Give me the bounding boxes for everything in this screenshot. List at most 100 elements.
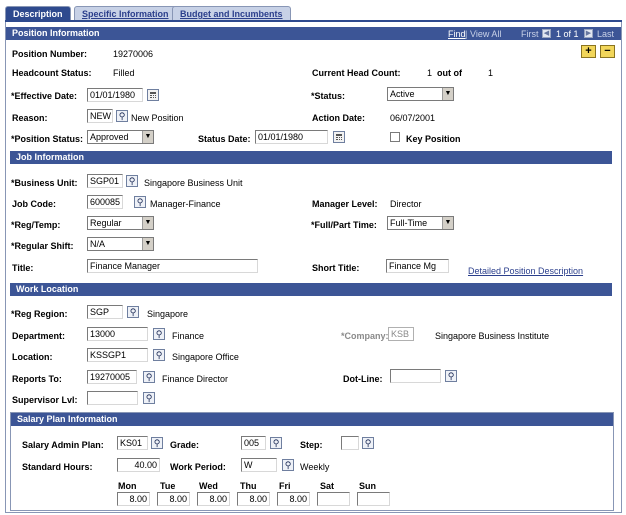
job-code-search-icon[interactable]: ⚲	[134, 196, 146, 208]
regular-shift-select[interactable]: N/A ▼	[87, 237, 154, 251]
status-date-input[interactable]: 01/01/1980	[255, 130, 328, 144]
position-info-title: Position Information	[12, 28, 100, 38]
step-input[interactable]	[341, 436, 359, 450]
calendar-icon[interactable]	[333, 131, 345, 143]
full-part-time-select[interactable]: Full-Time ▼	[387, 216, 454, 230]
chevron-down-icon: ▼	[142, 131, 153, 143]
standard-hours-label: Standard Hours:	[22, 462, 93, 472]
status-select[interactable]: Active ▼	[387, 87, 454, 101]
work-period-input[interactable]: W	[241, 458, 277, 472]
tab-budget-and-incumbents-label: Budget and Incumbents	[180, 9, 283, 19]
view-all-link[interactable]: View All	[470, 29, 501, 39]
supervisor-lvl-search-icon[interactable]: ⚲	[143, 392, 155, 404]
work-period-search-icon[interactable]: ⚲	[282, 459, 294, 471]
location-description: Singapore Office	[172, 352, 239, 362]
key-position-checkbox[interactable]	[390, 132, 400, 142]
business-unit-label: *Business Unit:	[11, 178, 78, 188]
position-number-label: Position Number:	[12, 49, 88, 59]
last-link[interactable]: Last	[597, 29, 614, 39]
hours-input-thu[interactable]: 8.00	[237, 492, 270, 506]
calendar-icon[interactable]	[147, 89, 159, 101]
hours-input-tue[interactable]: 8.00	[157, 492, 190, 506]
reg-temp-select[interactable]: Regular ▼	[87, 216, 154, 230]
grade-input[interactable]: 005	[241, 436, 266, 450]
supervisor-lvl-label: Supervisor Lvl:	[12, 395, 78, 405]
job-code-description: Manager-Finance	[150, 199, 221, 209]
company-input: KSB	[388, 327, 414, 341]
hours-input-sun[interactable]	[357, 492, 390, 506]
reports-to-description: Finance Director	[162, 374, 229, 384]
tab-specific-information[interactable]: Specific Information	[74, 6, 177, 21]
company-description: Singapore Business Institute	[435, 331, 550, 341]
supervisor-lvl-input[interactable]	[87, 391, 138, 405]
reason-search-icon[interactable]: ⚲	[116, 110, 128, 122]
short-title-label: Short Title:	[312, 263, 360, 273]
step-search-icon[interactable]: ⚲	[362, 437, 374, 449]
reg-temp-value: Regular	[90, 218, 122, 228]
work-period-label: Work Period:	[170, 462, 226, 472]
department-search-icon[interactable]: ⚲	[153, 328, 165, 340]
headcount-status-value: Filled	[113, 68, 135, 78]
location-input[interactable]: KSSGP1	[87, 348, 148, 362]
hours-input-wed[interactable]: 8.00	[197, 492, 230, 506]
reg-region-search-icon[interactable]: ⚲	[127, 306, 139, 318]
grade-search-icon[interactable]: ⚲	[270, 437, 282, 449]
salary-admin-plan-search-icon[interactable]: ⚲	[151, 437, 163, 449]
action-date-value: 06/07/2001	[390, 113, 436, 123]
full-part-time-label: *Full/Part Time:	[311, 220, 377, 230]
add-row-button[interactable]: +	[581, 45, 596, 58]
hours-input-sat[interactable]	[317, 492, 350, 506]
department-label: Department:	[12, 331, 66, 341]
day-label-fri: Fri	[279, 481, 291, 491]
first-arrow-icon[interactable]: ◀	[542, 29, 551, 38]
hours-input-fri[interactable]: 8.00	[277, 492, 310, 506]
manager-level-value: Director	[390, 199, 422, 209]
dot-line-search-icon[interactable]: ⚲	[445, 370, 457, 382]
headcount-status-label: Headcount Status:	[12, 68, 92, 78]
effective-date-input[interactable]: 01/01/1980	[87, 88, 143, 102]
salary-admin-plan-input[interactable]: KS01	[117, 436, 148, 450]
status-select-value: Active	[390, 89, 415, 99]
department-description: Finance	[172, 331, 205, 341]
chevron-down-icon: ▼	[442, 88, 453, 100]
department-input[interactable]: 13000	[87, 327, 148, 341]
reg-region-input[interactable]: SGP	[87, 305, 123, 319]
next-arrow-icon[interactable]: ▶	[584, 29, 593, 38]
position-status-select[interactable]: Approved ▼	[87, 130, 154, 144]
step-label: Step:	[300, 440, 323, 450]
dot-line-label: Dot-Line:	[343, 374, 383, 384]
position-status-value: Approved	[90, 132, 129, 142]
detailed-position-description-link[interactable]: Detailed Position Description	[468, 266, 583, 276]
job-code-input[interactable]: 600085	[87, 195, 123, 209]
hours-input-mon[interactable]: 8.00	[117, 492, 150, 506]
manager-level-label: Manager Level:	[312, 199, 378, 209]
day-label-thu: Thu	[240, 481, 257, 491]
company-label: *Company:	[341, 331, 389, 341]
find-link[interactable]: Find	[448, 29, 466, 39]
regular-shift-label: *Regular Shift:	[11, 241, 74, 251]
reason-input[interactable]: NEW	[87, 109, 113, 123]
reports-to-input[interactable]: 19270005	[87, 370, 137, 384]
delete-row-button[interactable]: −	[600, 45, 615, 58]
day-label-sat: Sat	[320, 481, 335, 491]
row-count: 1 of 1	[556, 29, 579, 39]
dot-line-input[interactable]	[390, 369, 441, 383]
reason-description: New Position	[131, 113, 184, 123]
standard-hours-input[interactable]: 40.00	[117, 458, 160, 472]
full-part-time-value: Full-Time	[390, 218, 428, 228]
business-unit-search-icon[interactable]: ⚲	[126, 175, 138, 187]
title-input[interactable]: Finance Manager	[87, 259, 258, 273]
business-unit-input[interactable]: SGP01	[87, 174, 123, 188]
location-search-icon[interactable]: ⚲	[153, 349, 165, 361]
job-info-header: Job Information	[10, 151, 612, 164]
short-title-input[interactable]: Finance Mg	[386, 259, 449, 273]
tab-budget-and-incumbents[interactable]: Budget and Incumbents	[172, 6, 291, 21]
status-date-label: Status Date:	[198, 134, 251, 144]
out-of-label: out of	[437, 68, 462, 78]
work-location-header: Work Location	[10, 283, 612, 296]
reports-to-search-icon[interactable]: ⚲	[143, 371, 155, 383]
location-label: Location:	[12, 352, 53, 362]
first-link[interactable]: First	[521, 29, 539, 39]
nav-separator: |	[465, 29, 468, 39]
day-label-mon: Mon	[118, 481, 137, 491]
